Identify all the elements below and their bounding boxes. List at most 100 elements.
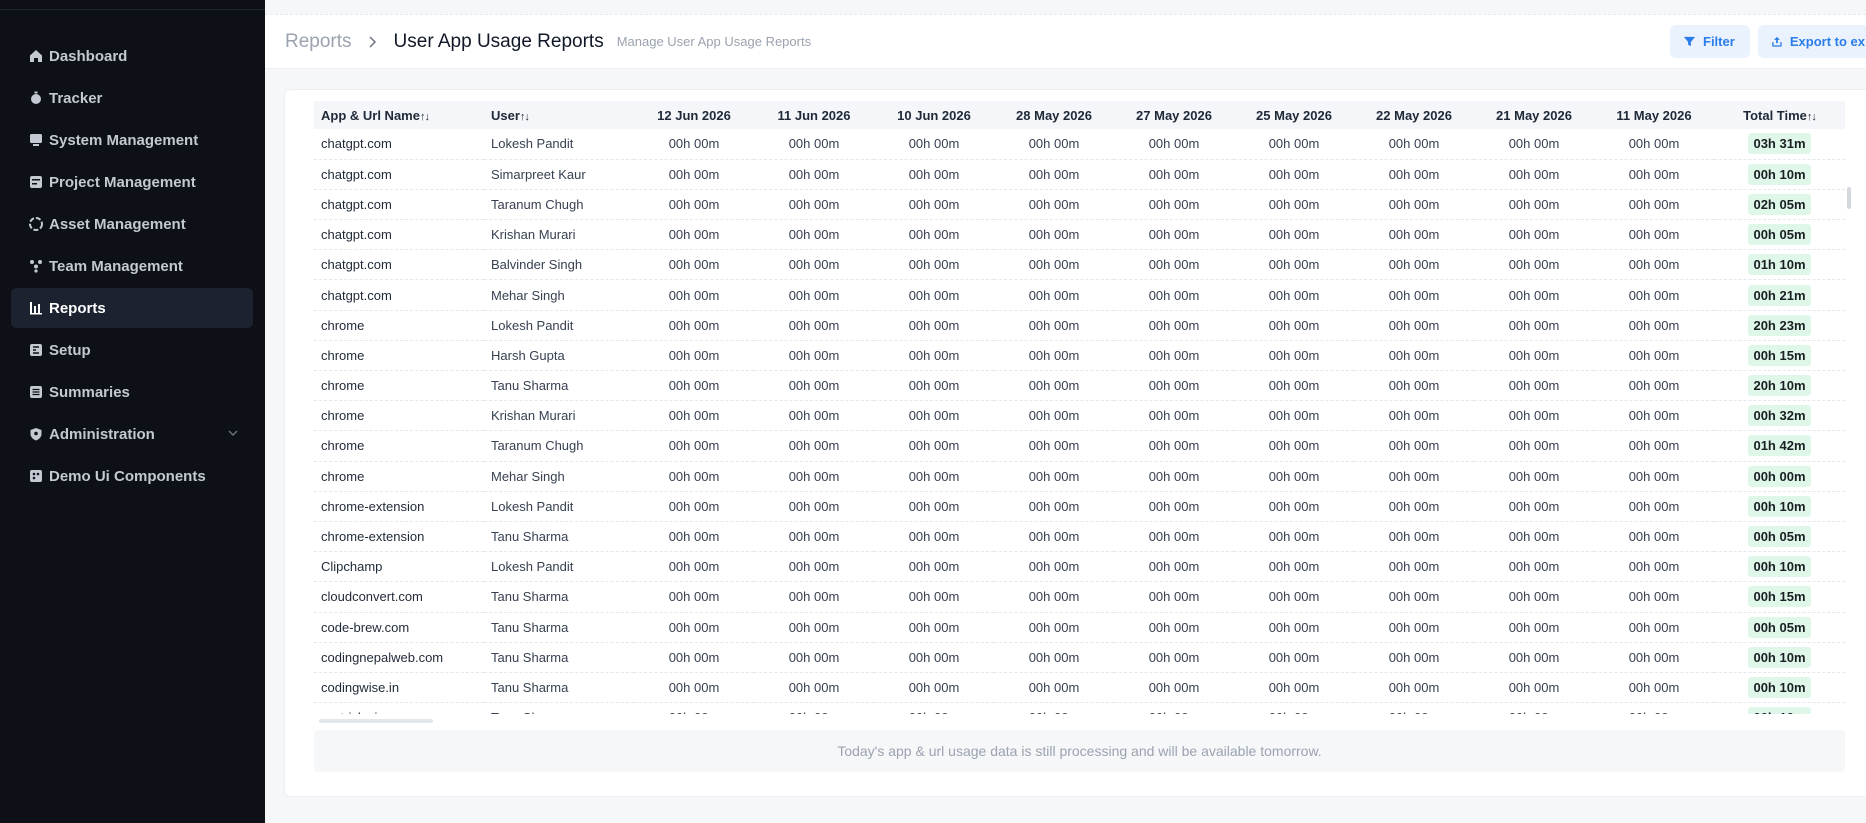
usage-time-cell: 00h 00m bbox=[1148, 468, 1200, 484]
usage-time-cell: 00h 00m bbox=[1388, 196, 1440, 212]
usage-time-cell: 00h 00m bbox=[1508, 679, 1560, 695]
sort-icon[interactable]: ↑↓ bbox=[520, 111, 530, 123]
usage-time-cell: 00h 00m bbox=[908, 287, 960, 303]
sidebar-item-label: Administration bbox=[49, 425, 155, 443]
sidebar-top-divider bbox=[0, 0, 265, 10]
filter-button[interactable]: Filter bbox=[1670, 25, 1750, 58]
breadcrumb-reports[interactable]: Reports bbox=[285, 31, 352, 53]
user-name-cell: Harsh Gupta bbox=[491, 347, 565, 363]
chevron-down-icon[interactable] bbox=[227, 427, 239, 439]
usage-time-cell: 00h 00m bbox=[668, 559, 720, 575]
usage-time-cell: 00h 00m bbox=[1028, 166, 1080, 182]
column-header[interactable]: Total Time↑↓ bbox=[1714, 101, 1845, 129]
usage-time-cell: 00h 00m bbox=[788, 649, 840, 665]
usage-time-cell: 00h 00m bbox=[1474, 703, 1594, 714]
usage-time-cell: 00h 00m bbox=[788, 227, 840, 243]
usage-time-cell: 00h 00m bbox=[1268, 619, 1320, 635]
total-time-cell: 00h 21m bbox=[1714, 280, 1845, 310]
sidebar-item-team-management[interactable]: Team Management bbox=[11, 246, 253, 286]
usage-time-cell: 00h 00m bbox=[1388, 649, 1440, 665]
horizontal-scrollbar[interactable] bbox=[314, 718, 1845, 724]
table-body: chatgpt.com Lokesh Pandit 00h 00m 00h 00m 00… bbox=[314, 129, 1845, 714]
usage-time-cell: 00h 00m bbox=[1268, 257, 1320, 273]
usage-time-cell: 00h 00m bbox=[908, 559, 960, 575]
usage-time-cell: 00h 00m bbox=[1388, 227, 1440, 243]
table-row: chrome Harsh Gupta 00h 00m 00h 00m 00h 00m 00… bbox=[314, 340, 1845, 371]
report-table-container[interactable]: App & Url Name↑↓ User↑↓ 12 Jun 2026 11 Jun … bbox=[314, 101, 1845, 714]
vertical-scrollbar[interactable] bbox=[1845, 101, 1853, 714]
sidebar-item-system-management[interactable]: System Management bbox=[11, 120, 253, 160]
total-time-badge: 00h 05m bbox=[1748, 526, 1811, 548]
user-name-cell: Tanu Sharma bbox=[491, 679, 569, 695]
sidebar-item-label: Demo Ui Components bbox=[49, 467, 206, 485]
total-time-badge: 20h 10m bbox=[1748, 375, 1811, 397]
team-icon bbox=[29, 259, 43, 273]
sidebar-item-summaries[interactable]: Summaries bbox=[11, 372, 253, 412]
total-time-cell: 00h 05m bbox=[1714, 612, 1845, 642]
user-name-cell: Simarpreet Kaur bbox=[491, 166, 586, 182]
usage-time-cell: 00h 00m bbox=[788, 498, 840, 514]
usage-time-cell: 00h 00m bbox=[908, 529, 960, 545]
usage-time-cell: 00h 00m bbox=[1508, 257, 1560, 273]
sidebar-item-tracker[interactable]: Tracker bbox=[11, 78, 253, 118]
usage-time-cell: 00h 00m bbox=[1268, 589, 1320, 605]
user-name-cell: Taranum Chugh bbox=[491, 438, 584, 454]
usage-time-cell: 00h 00m bbox=[1268, 408, 1320, 424]
sidebar-item-dashboard[interactable]: Dashboard bbox=[11, 36, 253, 76]
system-icon bbox=[29, 133, 43, 147]
table-row: chatgpt.com Krishan Murari 00h 00m 00h 00m 0… bbox=[314, 220, 1845, 250]
app-name-cell: chrome-extension bbox=[321, 498, 425, 514]
table-row: codingwise.in Tanu Sharma 00h 00m 00h 00m 00… bbox=[314, 672, 1845, 703]
sidebar-item-reports[interactable]: Reports bbox=[11, 288, 253, 328]
usage-time-cell: 00h 00m bbox=[1028, 468, 1080, 484]
total-time-cell: 01h 10m bbox=[1714, 250, 1845, 280]
usage-time-cell: 00h 00m bbox=[788, 589, 840, 605]
column-header-label: 21 May 2026 bbox=[1496, 107, 1572, 123]
app-name-cell: chrome-extension bbox=[321, 529, 425, 545]
app-name-cell: codingnepalweb.com bbox=[321, 649, 444, 665]
total-time-cell: 00h 32m bbox=[1714, 401, 1845, 431]
usage-time-cell: 00h 00m bbox=[1268, 468, 1320, 484]
column-header-label: 25 May 2026 bbox=[1256, 107, 1332, 123]
sidebar-item-project-management[interactable]: Project Management bbox=[11, 162, 253, 202]
total-time-badge: 00h 15m bbox=[1748, 344, 1811, 366]
column-header[interactable]: App & Url Name↑↓ bbox=[314, 101, 484, 129]
sort-icon[interactable]: ↑↓ bbox=[1807, 111, 1817, 123]
usage-time-cell: 00h 00m bbox=[1148, 287, 1200, 303]
sort-icon[interactable]: ↑↓ bbox=[420, 111, 430, 123]
total-time-cell: 20h 23m bbox=[1714, 310, 1845, 340]
usage-time-cell: 00h 00m bbox=[1508, 529, 1560, 545]
user-name-cell: Krishan Murari bbox=[491, 227, 576, 243]
usage-time-cell: 00h 00m bbox=[1508, 287, 1560, 303]
column-header[interactable]: User↑↓ bbox=[484, 101, 634, 129]
usage-time-cell: 00h 00m bbox=[1628, 317, 1680, 333]
total-time-cell: 00h 10m bbox=[1714, 491, 1845, 521]
table-row: chatgpt.com Taranum Chugh 00h 00m 00h 00m 00… bbox=[314, 189, 1845, 220]
sidebar-item-setup[interactable]: Setup bbox=[11, 330, 253, 370]
usage-time-cell: 00h 00m bbox=[788, 287, 840, 303]
shield-icon bbox=[29, 427, 43, 441]
horizontal-scroll-thumb[interactable] bbox=[319, 719, 433, 723]
usage-time-cell: 00h 00m bbox=[1388, 559, 1440, 575]
usage-time-cell: 00h 00m bbox=[908, 378, 960, 394]
column-header-label: 28 May 2026 bbox=[1016, 107, 1092, 123]
usage-time-cell: 00h 00m bbox=[1628, 649, 1680, 665]
table-row: chrome-extension Tanu Sharma 00h 00m 00h 00… bbox=[314, 521, 1845, 552]
home-icon bbox=[29, 49, 43, 63]
export-button[interactable]: Export to ex bbox=[1758, 25, 1866, 58]
processing-notice: Today's app & url usage data is still pr… bbox=[314, 730, 1845, 772]
usage-time-cell: 00h 00m bbox=[1628, 408, 1680, 424]
usage-time-cell: 00h 00m bbox=[1028, 196, 1080, 212]
usage-time-cell: 00h 00m bbox=[1388, 589, 1440, 605]
sidebar-item-asset-management[interactable]: Asset Management bbox=[11, 204, 253, 244]
usage-time-cell: 00h 00m bbox=[1028, 287, 1080, 303]
app-name-cell: chatgpt.com bbox=[321, 287, 392, 303]
sidebar-item-demo-ui-components[interactable]: Demo Ui Components bbox=[11, 456, 253, 496]
column-header-label: 11 May 2026 bbox=[1616, 107, 1692, 123]
sidebar-item-administration[interactable]: Administration bbox=[11, 414, 253, 454]
table-row: csstricks.inTanu Sharma00h 00m00h 00m00h… bbox=[314, 703, 1845, 714]
usage-time-cell: 00h 00m bbox=[908, 468, 960, 484]
usage-time-cell: 00h 00m bbox=[1148, 589, 1200, 605]
vertical-scroll-thumb[interactable] bbox=[1847, 187, 1851, 209]
asset-icon bbox=[29, 217, 43, 231]
